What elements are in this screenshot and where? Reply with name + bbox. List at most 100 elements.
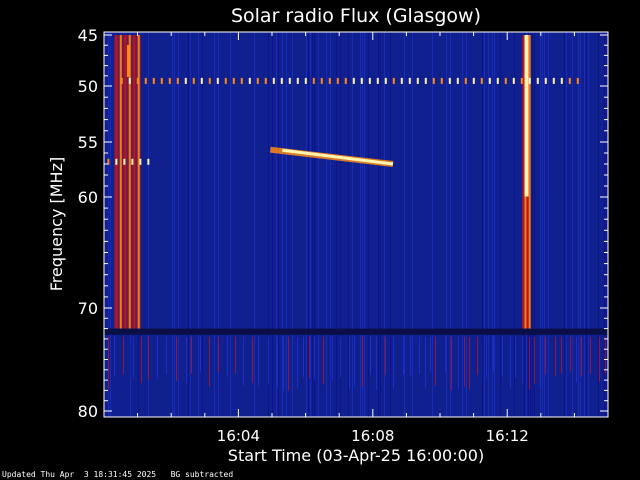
interference-dot: [288, 77, 291, 84]
noise-streak: [544, 32, 545, 417]
interference-dot: [552, 77, 555, 84]
interference-dot: [416, 77, 419, 84]
noise-streak: [108, 336, 109, 390]
interference-dot: [123, 158, 126, 165]
interference-dot: [136, 77, 139, 84]
noise-streak: [254, 32, 255, 417]
noise-streak: [276, 32, 277, 417]
interference-dot: [544, 77, 547, 84]
noise-streak: [348, 32, 349, 417]
interference-dot: [139, 158, 142, 165]
noise-streak: [292, 32, 293, 417]
noise-streak: [354, 336, 355, 387]
interference-dot: [248, 77, 251, 84]
y-tick-label: 60: [78, 188, 98, 207]
noise-streak: [393, 336, 394, 389]
noise-streak: [586, 32, 587, 417]
interference-dot: [376, 77, 379, 84]
x-tick-label: 16:04: [217, 427, 260, 445]
burst-core: [524, 35, 529, 197]
noise-streak: [286, 32, 287, 417]
noise-streak: [349, 336, 350, 389]
interference-dot: [464, 77, 467, 84]
y-tick-label: 45: [78, 26, 98, 45]
noise-streak: [218, 336, 219, 373]
noise-streak: [482, 32, 483, 417]
interference-dot: [128, 77, 131, 84]
interference-dot: [160, 77, 163, 84]
noise-streak: [430, 336, 431, 372]
interference-dot: [296, 77, 299, 84]
noise-streak: [209, 336, 210, 387]
noise-streak: [450, 32, 451, 417]
noise-streak: [376, 336, 377, 390]
noise-streak: [390, 32, 391, 417]
noise-streak: [445, 336, 446, 372]
noise-streak: [576, 336, 577, 383]
data-gap-band: [104, 328, 608, 335]
noise-streak: [384, 32, 385, 417]
interference-dot: [576, 77, 579, 84]
noise-streak: [283, 336, 284, 391]
noise-streak: [605, 336, 606, 374]
interference-dot: [115, 158, 118, 165]
noise-streak: [510, 336, 511, 388]
interference-dot: [424, 77, 427, 84]
noise-streak: [133, 336, 134, 378]
interference-dot: [280, 77, 283, 84]
noise-streak: [412, 32, 413, 417]
interference-dot: [344, 77, 347, 84]
interference-dot: [536, 77, 539, 84]
interference-dot: [168, 77, 171, 84]
noise-streak: [598, 32, 599, 417]
noise-streak: [200, 336, 201, 372]
noise-streak: [590, 336, 591, 374]
interference-dot: [272, 77, 275, 84]
noise-streak: [323, 336, 324, 385]
interference-dot: [368, 77, 371, 84]
y-tick-label: 50: [78, 77, 98, 96]
noise-streak: [432, 32, 433, 417]
noise-streak: [403, 336, 404, 375]
noise-streak: [362, 336, 363, 387]
noise-streak: [297, 336, 298, 388]
y-tick-label: 55: [78, 133, 98, 152]
interference-dot: [488, 77, 491, 84]
interference-dot: [448, 77, 451, 84]
noise-streak: [214, 32, 215, 417]
noise-streak: [534, 336, 535, 385]
interference-dot: [144, 77, 147, 84]
noise-streak: [584, 32, 585, 417]
x-tick-label: 16:12: [486, 427, 529, 445]
interference-dot: [224, 77, 227, 84]
interference-dot: [152, 77, 155, 84]
interference-dot: [408, 77, 411, 84]
noise-streak: [336, 32, 337, 417]
interference-dot: [432, 77, 435, 84]
noise-streak: [514, 32, 515, 417]
noise-streak: [564, 32, 565, 417]
interference-dot: [312, 77, 315, 84]
spectrogram-figure: Solar radio Flux (Glasgow) 45 50 55 60 70 80 1…: [47, 5, 609, 465]
noise-streak: [555, 336, 556, 376]
noise-streak: [548, 32, 549, 417]
noise-streak: [202, 32, 203, 417]
interference-dot: [120, 77, 123, 84]
interference-dot: [304, 77, 307, 84]
noise-streak: [314, 336, 315, 380]
chart-title: Solar radio Flux (Glasgow): [231, 5, 481, 27]
noise-streak: [545, 336, 546, 375]
interference-dot: [256, 77, 259, 84]
noise-streak: [380, 32, 381, 417]
interference-dot: [240, 77, 243, 84]
noise-streak: [243, 336, 244, 386]
noise-streak: [532, 32, 533, 417]
noise-streak: [326, 32, 327, 417]
interference-dot: [264, 77, 267, 84]
noise-streak: [542, 32, 543, 417]
noise-streak: [309, 336, 310, 379]
interference-dot: [176, 77, 179, 84]
noise-streak: [464, 336, 465, 387]
noise-streak: [578, 32, 579, 417]
noise-streak: [332, 336, 333, 381]
